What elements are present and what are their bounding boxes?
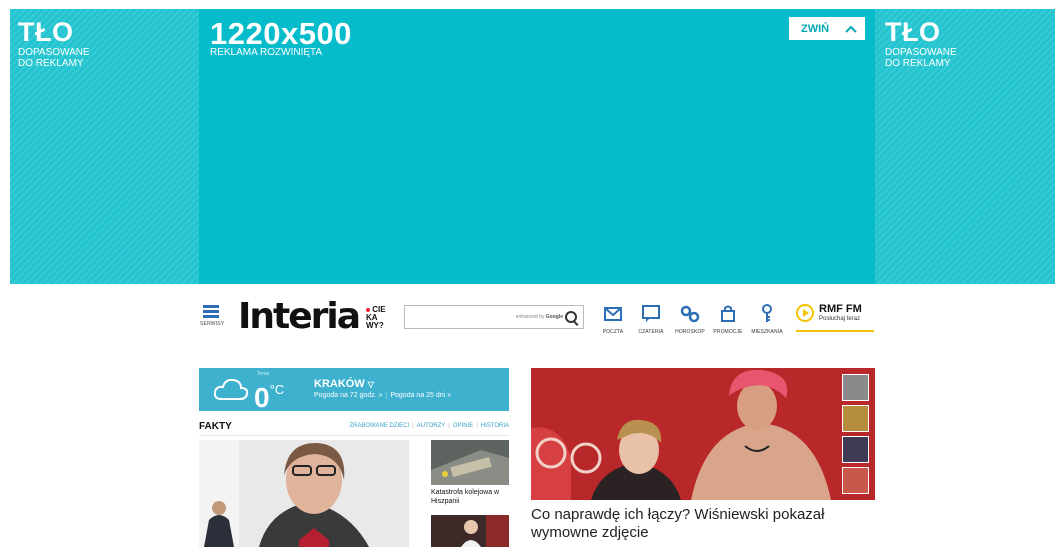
search-icon[interactable] [565,311,577,323]
news-caption[interactable]: Katastrofa kolejowa w Hiszpanii [431,488,509,506]
collapse-ad-label: ZWIŃ [801,22,830,35]
service-label: CZATERIA [638,329,664,335]
red-dot-icon [366,308,370,312]
section-links: ZRABOWANE DZIECI | AUTORZY | OPINIE | HISTORIA [349,423,509,429]
fakty-link-zrabowane[interactable]: ZRABOWANE DZIECI [349,423,409,429]
ad-banner[interactable]: 1220x500 REKLAMA ROZWINIĘTA ZWIŃ [199,9,875,284]
triangle-down-icon: ▽ [367,380,374,389]
service-horoskop[interactable]: HOROSKOP [670,304,710,335]
fakty-link-opinie[interactable]: OPINIE [453,423,473,429]
featured-story-title[interactable]: Co naprawdę ich łączy? Wiśniewski pokaza… [531,506,861,542]
hamburger-icon [203,305,219,318]
cloud-icon [213,377,249,406]
chat-icon [631,304,671,324]
service-poczta[interactable]: POCZTA [593,304,633,335]
interia-logo[interactable]: Interia [238,296,361,337]
rmf-radio-player[interactable]: RMF FM Posłuchaj teraz [796,303,874,332]
forecast-25d-link[interactable]: Pogoda na 25 dni » [390,392,451,399]
ad-left-subtitle-1: DOPASOWANE [18,47,90,58]
service-promocje[interactable]: PROMOCJE [708,304,748,335]
services-menu-button[interactable]: SERWISY [200,305,225,327]
chevron-up-icon [845,20,857,38]
news-thumbnail-2[interactable] [431,515,509,547]
service-mieszkania[interactable]: MIESZKANIA [747,304,787,335]
fakty-link-historia[interactable]: HISTORIA [481,423,509,429]
ad-right-title: TŁO [885,17,941,47]
service-label: MIESZKANIA [751,329,783,335]
temperature: 0°C [254,382,285,413]
weather-links: Pogoda na 72 godz. » | Pogoda na 25 dni » [314,392,452,399]
ad-banner-title: 1220x500 [210,16,352,51]
service-label: PROMOCJE [713,329,743,335]
ad-left-title: TŁO [18,17,74,47]
play-icon[interactable] [796,304,814,322]
logo-tagline: CIE KA WY? [366,305,386,330]
gallery-thumb-3[interactable] [842,436,869,463]
logo-text: Interia [238,296,361,337]
search-input[interactable]: enhanced by Google [404,305,584,329]
service-label: POCZTA [602,329,624,335]
fakty-link-autorzy[interactable]: AUTORZY [417,423,446,429]
service-czateria[interactable]: CZATERIA [631,304,671,335]
gallery-thumb-4[interactable] [842,467,869,494]
key-icon [747,304,787,324]
fakty-section-header: FAKTY ZRABOWANE DZIECI | AUTORZY | OPINIE | HI… [199,421,509,436]
gallery-thumb-1[interactable] [842,374,869,401]
ad-right-subtitle-2: DO REKLAMY [885,58,951,69]
main-news-image[interactable] [199,440,409,547]
ad-background-right[interactable]: TŁO DOPASOWANE DO REKLAMY [875,9,1055,284]
forecast-72h-link[interactable]: Pogoda na 72 godz. » [314,392,383,399]
city-selector[interactable]: KRAKÓW ▽ [314,378,374,390]
ad-background-left[interactable]: TŁO DOPASOWANE DO REKLAMY [10,9,199,284]
ad-left-subtitle-2: DO REKLAMY [18,58,84,69]
service-label: HOROSKOP [675,329,705,335]
radio-title: RMF FM [819,303,862,315]
gallery-thumb-2[interactable] [842,405,869,432]
shopping-bag-icon [708,304,748,324]
search-powered-by: enhanced by Google [515,314,563,320]
horoscope-icon [670,304,710,324]
ad-banner-subtitle: REKLAMA ROZWINIĘTA [210,47,323,58]
mail-icon [593,304,633,324]
weather-widget[interactable]: Teraz 0°C KRAKÓW ▽ Pogoda na 72 godz. » |… [199,368,509,413]
train-crash-image[interactable] [431,440,509,485]
ad-right-subtitle-1: DOPASOWANE [885,47,957,58]
services-menu-label: SERWISY [200,321,225,327]
radio-subtitle: Posłuchaj teraz [819,316,861,322]
featured-story-image[interactable] [531,368,875,500]
section-title[interactable]: FAKTY [199,421,232,432]
collapse-ad-button[interactable]: ZWIŃ [789,17,865,40]
